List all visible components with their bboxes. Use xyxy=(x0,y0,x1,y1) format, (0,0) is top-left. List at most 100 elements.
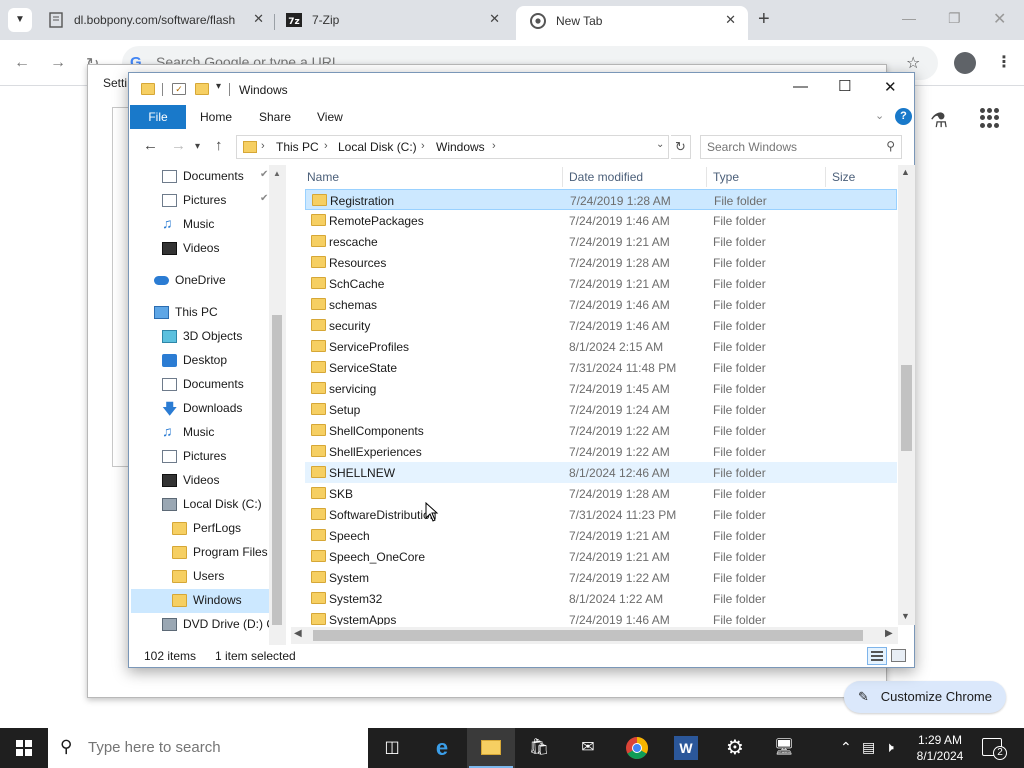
file-row[interactable]: rescache 7/24/2019 1:21 AM File folder xyxy=(305,231,897,252)
scroll-left-icon[interactable]: ◀ xyxy=(294,628,302,639)
nav-item-videos[interactable]: Videos xyxy=(162,237,269,261)
browser-tab-new-tab[interactable]: New Tab ✕ xyxy=(516,6,748,40)
edge-button[interactable]: e xyxy=(418,728,466,768)
scroll-up-icon[interactable]: ▲ xyxy=(273,169,281,178)
chevron-right-icon[interactable]: › xyxy=(492,140,496,152)
column-type[interactable]: Type xyxy=(713,170,739,184)
file-row[interactable]: servicing 7/24/2019 1:45 AM File folder xyxy=(305,378,897,399)
breadcrumb-windows[interactable]: Windows xyxy=(436,140,485,154)
close-tab-icon[interactable]: ✕ xyxy=(725,12,736,28)
browser-tab-bobpony[interactable]: dl.bobpony.com/software/flash ✕ xyxy=(34,6,276,34)
minimize-icon[interactable]: — xyxy=(793,78,808,95)
chrome-button[interactable] xyxy=(613,728,661,768)
nav-item-music[interactable]: ♫ Music xyxy=(162,213,269,237)
back-icon[interactable]: ← xyxy=(143,137,158,154)
network-icon[interactable]: ▤ xyxy=(862,739,875,756)
file-row[interactable]: Speech_OneCore 7/24/2019 1:21 AM File fold… xyxy=(305,546,897,567)
nav-item-3d-objects[interactable]: 3D Objects xyxy=(162,325,269,349)
ribbon-tab-home[interactable]: Home xyxy=(200,110,232,124)
breadcrumb-this-pc[interactable]: This PC xyxy=(276,140,319,154)
breadcrumb-local-disk[interactable]: Local Disk (C:) xyxy=(338,140,417,154)
nav-item-onedrive[interactable]: OneDrive xyxy=(154,269,269,293)
nav-item-windows[interactable]: Windows xyxy=(131,589,269,613)
taskbar-search-input[interactable] xyxy=(88,739,348,756)
nav-item-downloads[interactable]: 🡇 Downloads xyxy=(162,397,269,421)
bookmark-star-icon[interactable]: ☆ xyxy=(906,53,920,73)
close-tab-icon[interactable]: ✕ xyxy=(489,11,500,27)
up-icon[interactable]: ↑ xyxy=(215,137,223,154)
column-size[interactable]: Size xyxy=(832,170,855,184)
column-name[interactable]: Name xyxy=(307,170,339,184)
system-clock[interactable]: 1:29 AM 8/1/2024 xyxy=(910,732,970,764)
scroll-up-icon[interactable]: ▲ xyxy=(901,167,910,177)
horizontal-scroll-thumb[interactable] xyxy=(313,630,863,641)
nav-item-this-pc[interactable]: This PC xyxy=(154,301,269,325)
details-view-icon[interactable] xyxy=(867,647,887,665)
minimize-window-icon[interactable]: — xyxy=(902,10,916,26)
new-tab-button[interactable]: + xyxy=(758,8,770,31)
task-view-button[interactable]: ◫ xyxy=(368,728,416,768)
nav-item-videos-pc[interactable]: Videos xyxy=(162,469,269,493)
search-box[interactable]: ⚲ xyxy=(700,135,902,159)
column-separator[interactable] xyxy=(562,167,563,187)
help-icon[interactable]: ? xyxy=(895,108,912,125)
scroll-down-icon[interactable]: ▼ xyxy=(901,611,910,621)
word-button[interactable]: W xyxy=(662,728,710,768)
new-folder-icon[interactable] xyxy=(195,83,209,95)
file-row[interactable]: SchCache 7/24/2019 1:21 AM File folder xyxy=(305,273,897,294)
file-row[interactable]: schemas 7/24/2019 1:46 AM File folder xyxy=(305,294,897,315)
nav-item-pictures[interactable]: Pictures ✔ xyxy=(162,189,269,213)
file-row[interactable]: Registration 7/24/2019 1:28 AM File folder xyxy=(305,189,897,210)
ribbon-tab-share[interactable]: Share xyxy=(259,110,291,124)
large-icons-view-icon[interactable] xyxy=(891,649,906,662)
chevron-right-icon[interactable]: › xyxy=(421,140,425,152)
file-row[interactable]: SystemApps 7/24/2019 1:46 AM File folder xyxy=(305,609,897,625)
customize-quick-access-icon[interactable]: ▾ xyxy=(216,81,221,92)
scroll-right-icon[interactable]: ▶ xyxy=(885,628,893,639)
nav-item-program-files[interactable]: Program Files xyxy=(172,541,269,565)
file-row[interactable]: ServiceProfiles 8/1/2024 2:15 AM File fold… xyxy=(305,336,897,357)
nav-item-desktop[interactable]: Desktop xyxy=(162,349,269,373)
file-row[interactable]: Resources 7/24/2019 1:28 AM File folder xyxy=(305,252,897,273)
nav-scroll-thumb[interactable] xyxy=(272,315,282,625)
settings-button[interactable]: ⚙ xyxy=(711,728,759,768)
file-row[interactable]: System 7/24/2019 1:22 AM File folder xyxy=(305,567,897,588)
mail-button[interactable]: ✉ xyxy=(564,728,612,768)
google-apps-icon[interactable] xyxy=(980,108,1000,128)
file-row[interactable]: ServiceState 7/31/2024 11:48 PM File folde… xyxy=(305,357,897,378)
close-tab-icon[interactable]: ✕ xyxy=(253,11,264,27)
nav-item-documents[interactable]: Documents ✔ xyxy=(162,165,269,189)
forward-icon[interactable]: → xyxy=(50,54,66,72)
pin-icon[interactable]: ✔ xyxy=(260,169,268,180)
column-separator[interactable] xyxy=(825,167,826,187)
show-hidden-icons-icon[interactable]: ⌃ xyxy=(840,739,852,756)
nav-item-perflogs[interactable]: PerfLogs xyxy=(172,517,269,541)
pin-icon[interactable]: ✔ xyxy=(260,193,268,204)
chrome-menu-icon[interactable]: ⋮ xyxy=(996,52,1012,72)
chevron-right-icon[interactable]: › xyxy=(324,140,328,152)
close-icon[interactable]: ✕ xyxy=(884,78,897,96)
browser-tab-7zip[interactable]: 7z 7-Zip ✕ xyxy=(272,6,512,34)
back-icon[interactable]: ← xyxy=(14,54,30,72)
forward-icon[interactable]: → xyxy=(171,137,186,154)
column-date-modified[interactable]: Date modified xyxy=(569,170,643,184)
file-row[interactable]: SKB 7/24/2019 1:28 AM File folder xyxy=(305,483,897,504)
remote-desktop-button[interactable]: 🖥 xyxy=(760,728,808,768)
labs-flask-icon[interactable]: ⚗ xyxy=(930,108,948,133)
file-row[interactable]: System32 8/1/2024 1:22 AM File folder xyxy=(305,588,897,609)
nav-item-pictures-pc[interactable]: Pictures xyxy=(162,445,269,469)
expand-ribbon-icon[interactable]: ⌄ xyxy=(875,109,884,122)
vertical-scroll-thumb[interactable] xyxy=(901,365,912,451)
volume-icon[interactable]: 🕨 xyxy=(885,739,894,756)
ribbon-tab-view[interactable]: View xyxy=(317,110,343,124)
nav-item-dvd-drive[interactable]: DVD Drive (D:) C xyxy=(162,613,269,637)
chevron-right-icon[interactable]: › xyxy=(261,140,265,152)
close-window-icon[interactable]: ✕ xyxy=(993,9,1006,29)
column-separator[interactable] xyxy=(706,167,707,187)
nav-item-local-disk[interactable]: Local Disk (C:) xyxy=(162,493,269,517)
file-row[interactable]: SHELLNEW 8/1/2024 12:46 AM File folder xyxy=(305,462,897,483)
file-row[interactable]: Setup 7/24/2019 1:24 AM File folder xyxy=(305,399,897,420)
store-button[interactable]: 🛍 xyxy=(515,728,563,768)
restore-window-icon[interactable]: ❐ xyxy=(948,10,961,27)
address-dropdown-icon[interactable]: ⌄ xyxy=(656,139,664,150)
